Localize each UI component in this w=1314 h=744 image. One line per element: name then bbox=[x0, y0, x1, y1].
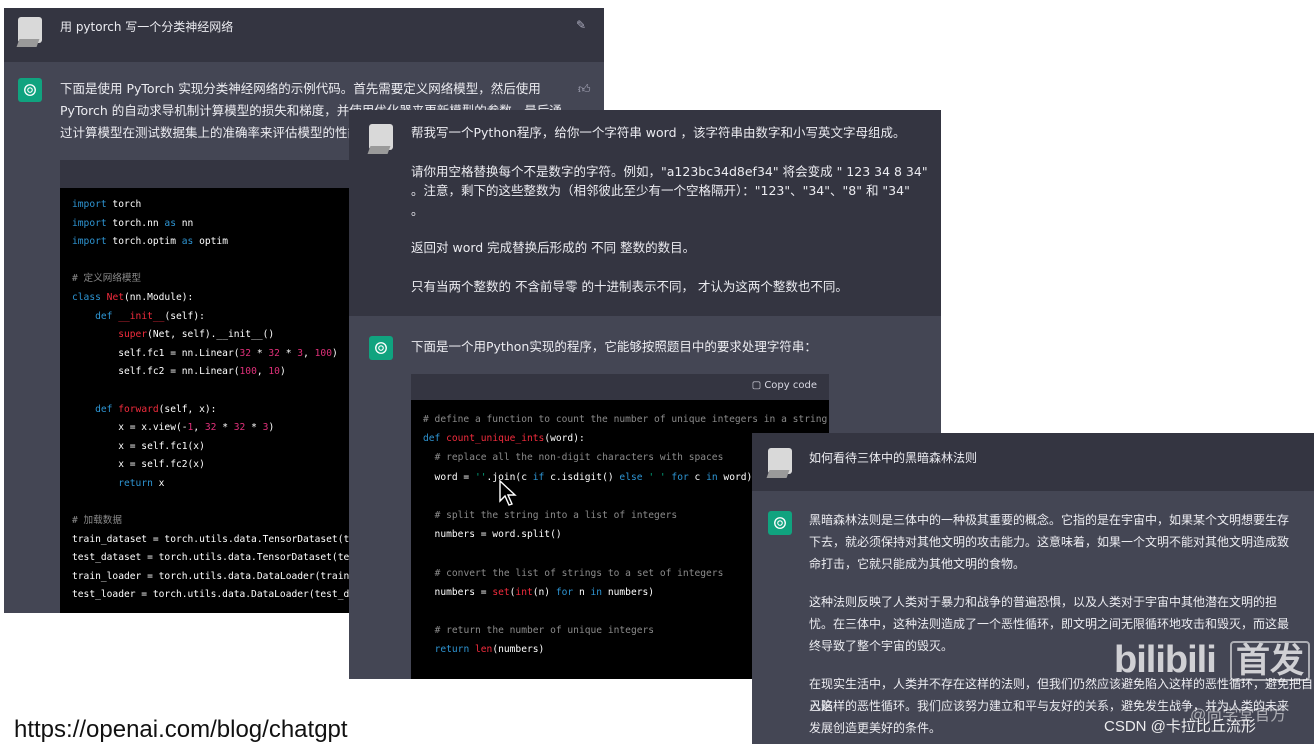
chatgpt-logo-icon bbox=[369, 336, 393, 360]
mouse-cursor-icon bbox=[499, 479, 517, 510]
chat-panel-dark-forest: 如何看待三体中的黑暗森林法则 黑暗森林法则是三体中的一种极其重要的概念。它指的是… bbox=[752, 433, 1314, 744]
answer-p2-line-1: 这种法则反映了人类对于暴力和战争的普遍恐惧，以及人类对于宇宙中其他潜在文明的担 bbox=[809, 595, 1278, 609]
bilibili-tag: 首发 bbox=[1230, 641, 1310, 681]
user-avatar bbox=[768, 448, 792, 474]
source-url[interactable]: https://openai.com/blog/chatgpt bbox=[14, 716, 348, 744]
user-avatar bbox=[369, 124, 393, 150]
code-block-header: ▢ Copy code bbox=[411, 374, 829, 400]
copy-code-button[interactable]: ▢ Copy code bbox=[752, 380, 817, 391]
user-question-line-4: 。 bbox=[411, 203, 424, 218]
user-question-line-3: 。注意，剩下的这些整数为（相邻彼此至少有一个空格隔开）："123"、"34"、"… bbox=[411, 183, 910, 198]
user-message-row: 如何看待三体中的黑暗森林法则 bbox=[752, 433, 1314, 491]
answer-p1-line-2: 下去，就必须保持对其他文明的攻击能力。这意味着，如果一个文明不能对其他文明造成致 bbox=[809, 535, 1290, 549]
user-prompt: 如何看待三体中的黑暗森林法则 bbox=[809, 451, 978, 465]
user-avatar bbox=[18, 17, 42, 43]
bot-intro-line-3: 过计算模型在测试数据集上的准确率来评估模型的性能。 bbox=[60, 125, 373, 140]
answer-p1-line-3: 命打击，它就只能成为其他文明的食物。 bbox=[809, 557, 1026, 571]
user-question-line-6: 只有当两个整数的 不含前导零 的十进制表示不同， 才认为这两个整数也不同。 bbox=[411, 279, 848, 294]
bot-intro: 下面是一个用Python实现的程序，它能够按照题目中的要求处理字符串： bbox=[411, 339, 817, 354]
answer-p2-line-2: 忧。在三体中，这种法则造成了一个恶性循环，即文明之间无限循环地攻击和毁灭，而这最 bbox=[809, 617, 1290, 631]
user-message-row: 帮我写一个Python程序，给你一个字符串 word ，该字符串由数字和小写英文… bbox=[349, 110, 941, 316]
answer-p2-line-3: 终导致了整个宇宙的毁灭。 bbox=[809, 639, 954, 653]
answer-p1-line-1: 黑暗森林法则是三体中的一种极其重要的概念。它指的是在宇宙中，如果某个文明想要生存 bbox=[809, 513, 1290, 527]
user-question-line-1: 帮我写一个Python程序，给你一个字符串 word ，该字符串由数字和小写英文… bbox=[411, 125, 906, 140]
chatgpt-logo-icon bbox=[18, 78, 42, 102]
copy-code-label: Copy code bbox=[764, 380, 817, 391]
thumbs-up-icon[interactable]: 👍︎ bbox=[578, 82, 591, 97]
user-prompt: 用 pytorch 写一个分类神经网络 bbox=[60, 20, 234, 34]
chatgpt-logo-icon bbox=[768, 511, 792, 535]
csdn-watermark: CSDN @卡拉比丘流形 bbox=[1104, 718, 1256, 735]
edit-icon[interactable]: ✎ bbox=[576, 18, 586, 32]
clipboard-icon: ▢ bbox=[751, 380, 762, 391]
user-question-line-5: 返回对 word 完成替换后形成的 不同 整数的数目。 bbox=[411, 240, 696, 255]
answer-p3-line-3: 发展创造更美好的条件。 bbox=[809, 721, 942, 735]
bot-intro-line-1: 下面是使用 PyTorch 实现分类神经网络的示例代码。首先需要定义网络模型，然… bbox=[60, 81, 541, 96]
bilibili-logo: bilibili bbox=[1114, 639, 1217, 681]
user-message-row: 用 pytorch 写一个分类神经网络 ✎ bbox=[4, 8, 604, 62]
